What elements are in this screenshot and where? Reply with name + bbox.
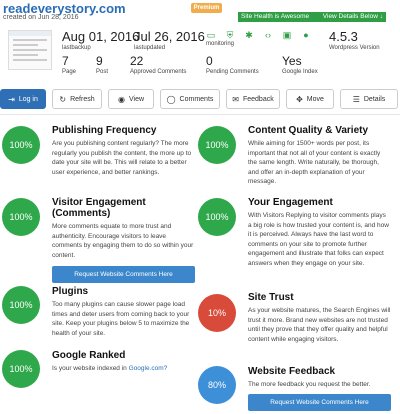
monitoring-icons: ▭ ⛨ ✱ ‹› ▣ ● [206, 30, 311, 40]
content-quality-title: Content Quality & Variety [248, 125, 369, 136]
visitor-engagement-title: Visitor Engagement (Comments) [52, 197, 146, 219]
visitor-engagement-text: More comments equate to more trust and a… [52, 223, 194, 259]
approved-comments-label: Approved Comments [130, 69, 187, 75]
wp-version-value: 4.5.3 [329, 29, 358, 44]
wp-version-label: Wordpress Version [329, 45, 380, 51]
post-count-stat: 9 Post [96, 54, 108, 75]
list-icon: ☰ [352, 94, 360, 104]
plugins-score: 100% [2, 286, 40, 324]
visitor-engagement-score: 100% [2, 198, 40, 236]
approved-comments-value: 22 [130, 54, 144, 68]
approved-comments-stat: 22 Approved Comments [130, 54, 186, 75]
wp-version-stat: 4.5.3 Wordpress Version [329, 29, 380, 51]
website-feedback-section: Website Feedback The more feedback you r… [248, 366, 391, 411]
site-trust-score: 10% [198, 294, 236, 332]
page-count-label: Page [62, 69, 77, 75]
details-button[interactable]: ☰ Details [340, 89, 398, 109]
login-button-label: Log in [18, 95, 38, 103]
website-feedback-title: Website Feedback [248, 366, 336, 377]
pending-comments-stat: 0 Pending Comments [206, 54, 259, 75]
last-updated-stat: Jul 26, 2016 lastupdated [134, 29, 205, 51]
login-icon: ⇥ [8, 94, 15, 104]
post-count-label: Post [96, 69, 109, 75]
feedback-button[interactable]: ✉ Feedback [226, 89, 280, 109]
page-count-stat: 7 Page [62, 54, 76, 75]
last-backup-label: lastbackup [62, 45, 91, 51]
view-button[interactable]: ◉ View [108, 89, 154, 109]
google-index-value: Yes [282, 54, 302, 68]
pending-comments-value: 0 [206, 54, 213, 68]
website-feedback-score: 80% [198, 366, 236, 404]
plugins-text: Too many plugins can cause slower page l… [52, 301, 190, 337]
last-updated-label: lastupdated [134, 45, 166, 51]
monitor-icon: ▭ [206, 30, 216, 40]
google-index-label: Google Index [282, 69, 318, 75]
refresh-icon: ↻ [59, 94, 67, 104]
google-index-stat: Yes Google Index [282, 54, 318, 75]
content-quality-text: While aiming for 1500+ words per post, i… [248, 140, 381, 185]
created-date: created on Jun 28, 2016 [3, 14, 79, 21]
toolbar-divider [0, 114, 400, 115]
site-trust-text: As your website matures, the Search Engi… [248, 307, 391, 343]
last-backup-stat: Aug 01, 2016 lastbackup [62, 29, 139, 51]
site-thumbnail[interactable] [8, 30, 52, 70]
google-ranked-score: 100% [2, 350, 40, 388]
post-count-value: 9 [96, 54, 103, 68]
request-feedback-button[interactable]: Request Website Comments Here [248, 393, 391, 411]
publishing-score: 100% [2, 126, 40, 164]
site-health-text: Site Health is Awesome [241, 13, 310, 20]
last-updated-value: Jul 26, 2016 [134, 29, 205, 44]
move-icon: ✥ [296, 94, 303, 104]
publishing-title: Publishing Frequency [52, 125, 157, 136]
details-button-label: Details [363, 95, 386, 103]
monitoring-check-icon: ● [303, 30, 309, 40]
your-engagement-section: Your Engagement With Visitors Replying t… [248, 197, 391, 268]
your-engagement-title: Your Engagement [248, 197, 333, 208]
premium-badge: Premium [191, 3, 222, 13]
google-ranked-title: Google Ranked [52, 350, 126, 361]
site-trust-title: Site Trust [248, 292, 294, 303]
google-link[interactable]: Google.com? [129, 365, 168, 372]
comments-button[interactable]: ◯ Comments [160, 89, 220, 109]
action-toolbar: ⇥ Log in ↻ Refresh ◉ View ◯ Comments ✉ F… [0, 89, 400, 109]
last-backup-value: Aug 01, 2016 [62, 29, 140, 44]
website-feedback-text: The more feedback you request the better… [248, 381, 371, 388]
refresh-button[interactable]: ↻ Refresh [52, 89, 102, 109]
request-comments-button[interactable]: Request Website Comments Here [52, 266, 195, 283]
google-ranked-section: Google Ranked Is your website indexed in… [52, 350, 195, 374]
bug-icon: ✱ [245, 30, 253, 40]
feedback-icon: ✉ [232, 94, 239, 104]
login-button[interactable]: ⇥ Log in [0, 89, 46, 109]
plugins-section: Plugins Too many plugins can cause slowe… [52, 286, 195, 338]
publishing-text: Are you publishing content regularly? Th… [52, 140, 192, 176]
publishing-frequency-section: Publishing Frequency Are you publishing … [52, 125, 195, 177]
site-trust-section: Site Trust As your website matures, the … [248, 292, 391, 344]
shield-icon: ⛨ [226, 30, 234, 40]
view-details-link[interactable]: View Details Below ↓ [323, 12, 383, 22]
visitor-engagement-section: Visitor Engagement (Comments) More comme… [52, 197, 195, 283]
content-quality-score: 100% [198, 126, 236, 164]
site-health-bar: Site Health is Awesome View Details Belo… [238, 12, 386, 22]
comment-icon: ◯ [166, 94, 176, 104]
your-engagement-score: 100% [198, 198, 236, 236]
lock-icon: ▣ [282, 30, 292, 40]
monitoring-label: monitoring [206, 41, 235, 47]
page-count-value: 7 [62, 54, 69, 68]
your-engagement-text: With Visitors Replying to visitor commen… [248, 212, 389, 267]
feedback-button-label: Feedback [242, 95, 274, 103]
eye-icon: ◉ [117, 94, 125, 104]
content-quality-section: Content Quality & Variety While aiming f… [248, 125, 391, 187]
refresh-button-label: Refresh [70, 95, 95, 103]
google-ranked-text: Is your website indexed in Google.com? [52, 364, 195, 374]
move-button[interactable]: ✥ Move [286, 89, 334, 109]
move-button-label: Move [306, 95, 324, 103]
plugins-title: Plugins [52, 286, 89, 297]
comments-button-label: Comments [179, 95, 214, 103]
code-icon: ‹› [265, 30, 271, 40]
pending-comments-label: Pending Comments [206, 69, 259, 75]
view-button-label: View [128, 95, 145, 103]
google-ranked-prefix: Is your website indexed in [52, 365, 129, 372]
